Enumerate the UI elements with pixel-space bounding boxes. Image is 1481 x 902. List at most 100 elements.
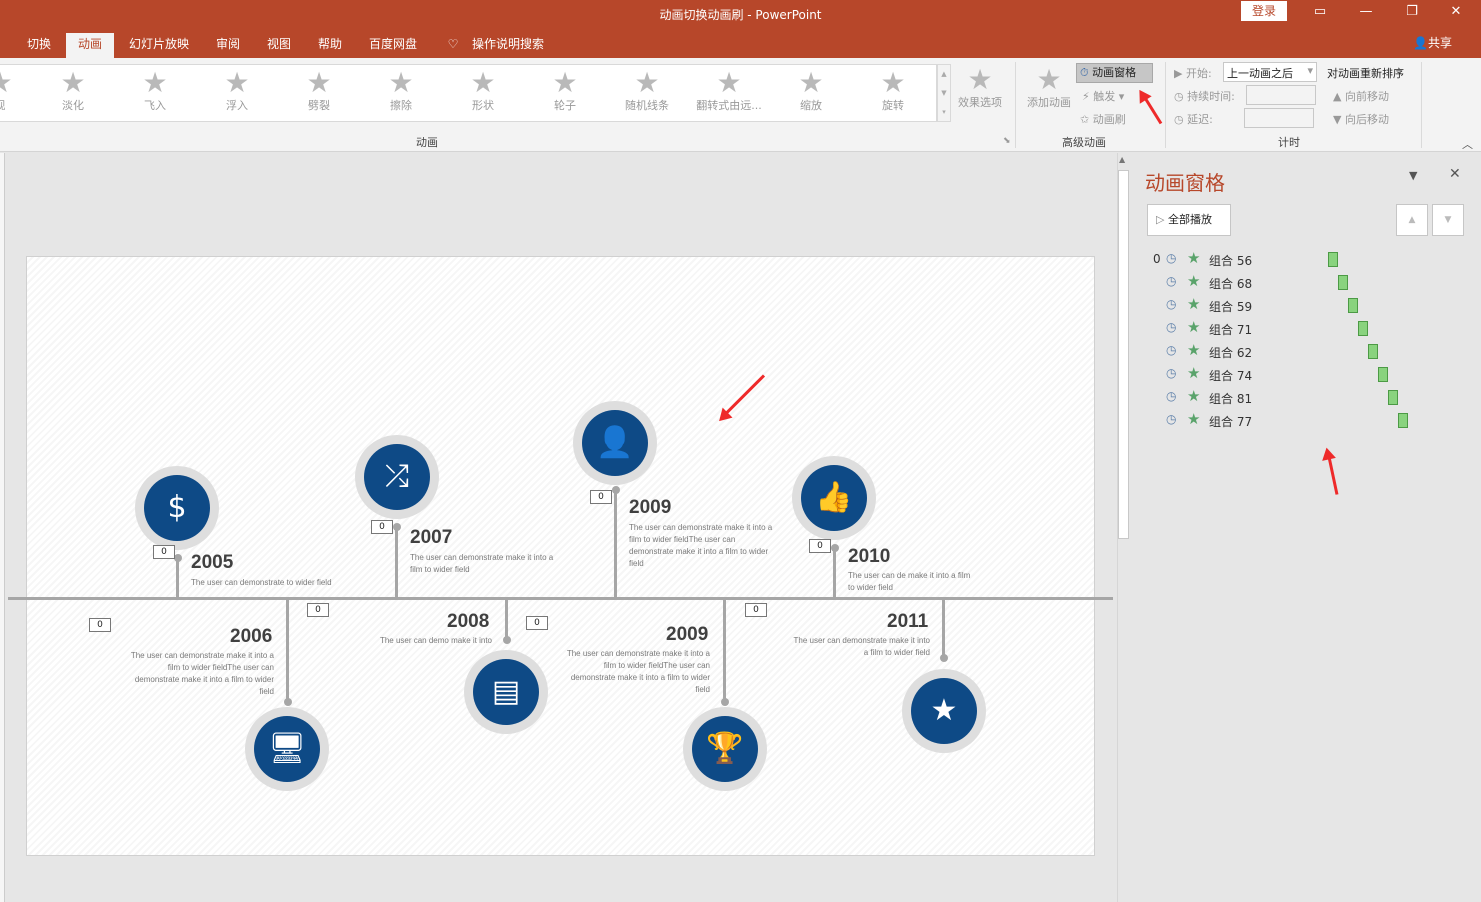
timing-bar[interactable] — [1378, 367, 1388, 382]
move-earlier-button[interactable]: ▲ 向前移动 — [1333, 88, 1389, 104]
gallery-item-fade[interactable]: ★ 淡化 — [33, 67, 113, 121]
share-button[interactable]: 👤共享 — [1413, 33, 1452, 53]
move-later-button[interactable]: ▼ 向后移动 — [1333, 111, 1389, 127]
animation-tag[interactable]: 0 — [307, 603, 329, 617]
timing-bar[interactable] — [1368, 344, 1378, 359]
list-item[interactable]: ◷ ★ 组合 71 — [1131, 317, 1481, 340]
gallery-up-icon[interactable]: ▲ — [938, 65, 950, 84]
gallery-item-random-bars[interactable]: ★ 随机线条 — [607, 67, 687, 121]
animation-tag[interactable]: 0 — [809, 539, 831, 553]
gallery-item-wipe[interactable]: ★ 擦除 — [361, 67, 441, 121]
animation-tag[interactable]: 0 — [153, 545, 175, 559]
gallery-item-zoom[interactable]: ★ 缩放 — [771, 67, 851, 121]
timing-bar[interactable] — [1398, 413, 1408, 428]
event-desc: The user can demo make it into — [379, 636, 492, 645]
list-item[interactable]: ◷ ★ 组合 68 — [1131, 271, 1481, 294]
pane-options-icon[interactable]: ▼ — [1409, 169, 1417, 182]
dialog-launcher-icon[interactable]: ⬊ — [1003, 136, 1011, 146]
event-circle-2009a[interactable]: 👤 — [573, 401, 657, 485]
tab-view[interactable]: 视图 — [259, 33, 299, 58]
event-circle-2009b[interactable]: 🏆 — [683, 707, 767, 791]
tab-baidu-netdisk[interactable]: 百度网盘 — [362, 33, 424, 58]
item-name: 组合 81 — [1209, 392, 1253, 406]
event-circle-2007[interactable]: ⤮ — [355, 435, 439, 519]
gallery-more-icon[interactable]: ▾ — [938, 103, 950, 122]
clock-icon: ◷ — [1166, 297, 1177, 311]
thumbnail-strip[interactable] — [0, 153, 5, 902]
event-circle-2011[interactable]: ★ — [902, 669, 986, 753]
star-icon: ★ — [224, 66, 250, 99]
gallery-item-float-in[interactable]: ★ 浮入 — [197, 67, 277, 121]
gallery-scroll[interactable]: ▲ ▼ ▾ — [937, 64, 951, 122]
delay-spinner[interactable] — [1244, 108, 1314, 128]
event-circle-2010[interactable]: 👍 — [792, 456, 876, 540]
timing-bar[interactable] — [1358, 321, 1368, 336]
start-select[interactable]: 上一动画之后 ▾ — [1223, 62, 1317, 82]
event-circle-2005[interactable]: $ — [135, 466, 219, 550]
list-item[interactable]: ◷ ★ 组合 74 — [1131, 363, 1481, 386]
animation-pane-button[interactable]: ⏱ 动画窗格 — [1076, 63, 1153, 83]
animation-painter-button[interactable]: ✩ 动画刷 — [1080, 111, 1126, 127]
timing-bar[interactable] — [1348, 298, 1358, 313]
slide-canvas[interactable] — [26, 256, 1095, 856]
tab-review[interactable]: 审阅 — [208, 33, 248, 58]
tab-animations[interactable]: 动画 — [66, 33, 114, 58]
scroll-up-icon[interactable]: ▲ — [1119, 155, 1125, 164]
minimize-icon[interactable]: — — [1351, 2, 1381, 22]
list-item[interactable]: 0 ◷ ★ 组合 56 — [1131, 248, 1481, 271]
gallery-item-fly-in[interactable]: ★ 飞入 — [115, 67, 195, 121]
event-year: 2009 — [629, 497, 672, 518]
animation-tag[interactable]: 0 — [371, 520, 393, 534]
pane-close-icon[interactable]: ✕ — [1449, 166, 1461, 182]
clock-icon: ◷ — [1166, 320, 1177, 334]
star-icon: ★ — [911, 678, 977, 744]
star-icon: ★ — [1187, 318, 1201, 336]
close-window-icon[interactable]: ✕ — [1441, 2, 1471, 22]
tab-transitions[interactable]: 切换 — [20, 33, 58, 58]
restore-icon[interactable]: ❐ — [1397, 2, 1427, 22]
list-item[interactable]: ◷ ★ 组合 59 — [1131, 294, 1481, 317]
star-icon: ★ — [552, 66, 578, 99]
tab-slideshow[interactable]: 幻灯片放映 — [122, 33, 196, 58]
timing-bar[interactable] — [1388, 390, 1398, 405]
gallery-item-wheel[interactable]: ★ 轮子 — [525, 67, 605, 121]
group-label-advanced: 高级动画 — [1062, 136, 1106, 149]
animation-tag[interactable]: 0 — [89, 618, 111, 632]
move-down-button[interactable]: ▼ — [1432, 204, 1464, 236]
event-circle-2008[interactable]: ▤ — [464, 650, 548, 734]
reorder-label: 对动画重新排序 — [1327, 67, 1404, 80]
gallery-item-split[interactable]: ★ 劈裂 — [279, 67, 359, 121]
add-animation-button[interactable]: ★ 添加动画 — [1020, 64, 1078, 118]
animation-tag[interactable]: 0 — [526, 616, 548, 630]
list-item[interactable]: ◷ ★ 组合 77 — [1131, 409, 1481, 432]
scrollbar-thumb[interactable] — [1118, 170, 1129, 539]
gallery-item-swivel[interactable]: ★ 旋转 — [853, 67, 933, 121]
star-icon: ★ — [1187, 364, 1201, 382]
timing-bar[interactable] — [1338, 275, 1348, 290]
event-circle-2006[interactable]: 🖥 — [245, 707, 329, 791]
animation-tag[interactable]: 0 — [745, 603, 767, 617]
animation-tag[interactable]: 0 — [590, 490, 612, 504]
ribbon-display-icon[interactable]: ▭ — [1305, 2, 1335, 22]
move-up-button[interactable]: ▲ — [1396, 204, 1428, 236]
ribbon-separator — [1165, 62, 1166, 148]
list-item[interactable]: ◷ ★ 组合 81 — [1131, 386, 1481, 409]
event-year: 2005 — [191, 552, 234, 573]
start-label: ▶ 开始: — [1174, 67, 1212, 80]
item-name: 组合 56 — [1209, 254, 1253, 268]
collapse-ribbon-icon[interactable]: ︿ — [1462, 136, 1473, 152]
effect-options-button[interactable]: ★ 效果选项 — [950, 64, 1010, 118]
gallery-down-icon[interactable]: ▼ — [938, 84, 950, 103]
tab-search[interactable]: 操作说明搜索 — [466, 33, 550, 58]
timing-bar[interactable] — [1328, 252, 1338, 267]
list-item[interactable]: ◷ ★ 组合 62 — [1131, 340, 1481, 363]
tab-help[interactable]: 帮助 — [310, 33, 350, 58]
connector-line — [286, 600, 289, 702]
star-icon: ★ — [716, 66, 742, 99]
trigger-button[interactable]: ⚡ 触发 ▾ — [1082, 88, 1124, 104]
duration-spinner[interactable] — [1246, 85, 1316, 105]
gallery-item-shape[interactable]: ★ 形状 — [443, 67, 523, 121]
gallery-item-grow-turn[interactable]: ★ 翻转式由远... — [689, 67, 769, 121]
login-button[interactable]: 登录 — [1241, 1, 1287, 21]
play-all-button[interactable]: ▷ 全部播放 — [1147, 204, 1231, 236]
